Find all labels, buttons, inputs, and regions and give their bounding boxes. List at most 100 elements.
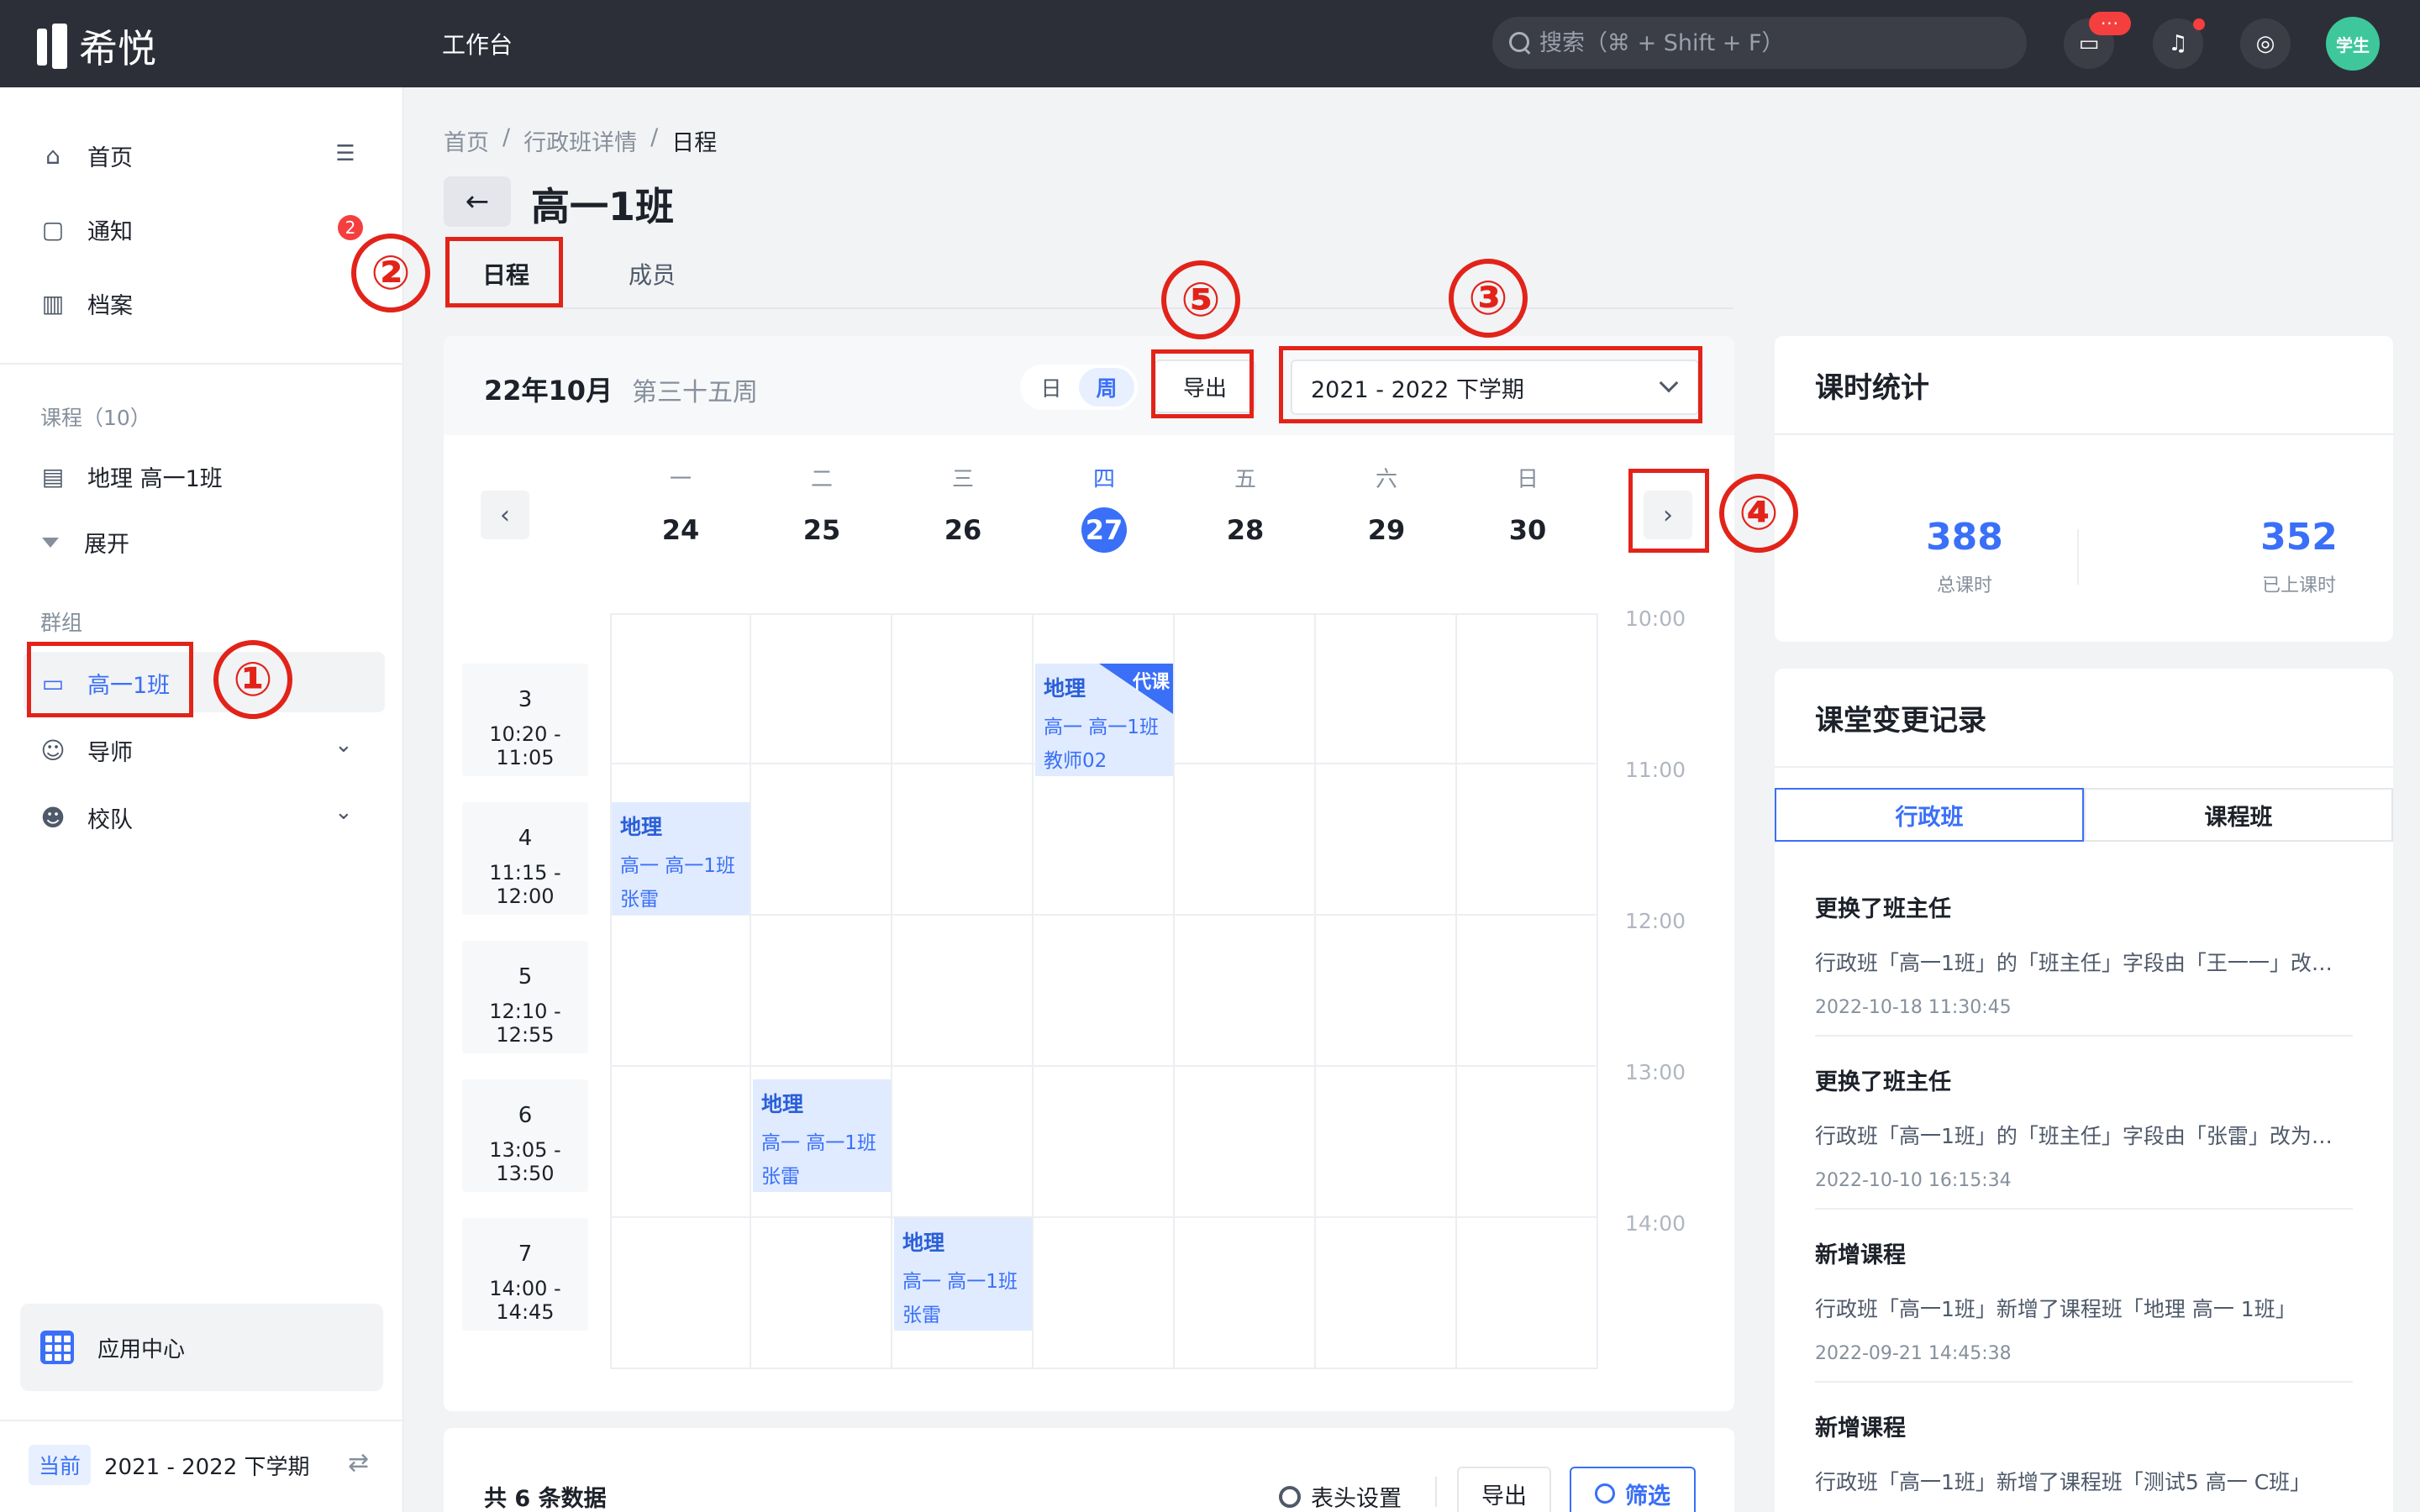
breadcrumb-home[interactable]: 首页 bbox=[444, 124, 489, 157]
app-center-label: 应用中心 bbox=[97, 1336, 186, 1362]
date-label: 24 bbox=[661, 514, 700, 546]
sidebar-divider bbox=[0, 1420, 403, 1421]
period-cell: 4 11:15 - 12:00 bbox=[462, 802, 588, 915]
event-title: 地理 bbox=[761, 1092, 804, 1116]
date-label: 30 bbox=[1508, 514, 1547, 546]
sidebar-item-home[interactable]: ⌂ 首页 bbox=[39, 139, 133, 172]
calendar-cell[interactable] bbox=[610, 916, 751, 1067]
avatar[interactable]: 学生 bbox=[2326, 17, 2380, 71]
toolbar-divider bbox=[1435, 1477, 1437, 1507]
log-time: 2022-10-10 16:15:34 bbox=[1815, 1170, 2012, 1191]
weekday-label: 四 bbox=[1092, 467, 1115, 492]
expand-courses[interactable]: 展开 bbox=[42, 526, 129, 559]
calendar-cell[interactable] bbox=[610, 1218, 751, 1369]
caret-down-icon bbox=[42, 537, 59, 548]
tab-members[interactable]: 成员 bbox=[629, 257, 676, 291]
calendar-cell[interactable] bbox=[1457, 916, 1598, 1067]
annotation-1: ① bbox=[213, 640, 292, 719]
group-section-label: 群组 bbox=[40, 611, 83, 635]
weekday-label: 三 bbox=[951, 467, 974, 492]
system-button[interactable]: ◎ bbox=[2240, 18, 2291, 69]
app-center-button[interactable]: 应用中心 bbox=[20, 1304, 383, 1391]
schedule-event[interactable]: 地理 高一 高一1班 张雷 bbox=[753, 1079, 891, 1192]
calendar-cell[interactable] bbox=[751, 1218, 892, 1369]
class-type-segment: 行政班 课程班 bbox=[1775, 788, 2393, 842]
column-settings-label: 表头设置 bbox=[1311, 1486, 1402, 1512]
schedule-event[interactable]: 地理 高一 高一1班 教师02 代课 bbox=[1035, 664, 1173, 776]
event-class: 高一 高一1班 bbox=[1044, 717, 1159, 738]
period-cell: 7 14:00 - 14:45 bbox=[462, 1218, 588, 1331]
arrow-left-icon: ← bbox=[465, 185, 490, 218]
search-input[interactable] bbox=[1539, 29, 2010, 56]
calendar-cell[interactable] bbox=[610, 613, 751, 764]
global-search[interactable] bbox=[1492, 17, 2027, 69]
sidebar-item-notice[interactable]: ▢ 通知 bbox=[39, 213, 133, 246]
chevron-down-icon[interactable]: ⌄ bbox=[334, 800, 353, 825]
calendar-cell[interactable] bbox=[610, 1067, 751, 1218]
export-list-button[interactable]: 导出 bbox=[1457, 1467, 1551, 1512]
sidebar-item-mentor[interactable]: ☺ 导师 bbox=[39, 734, 133, 767]
sidebar-item-team[interactable]: ☻ 校队 bbox=[39, 801, 133, 834]
calendar-cell[interactable] bbox=[892, 613, 1034, 764]
weekday-label: 六 bbox=[1375, 467, 1397, 492]
logo[interactable]: 希悦 bbox=[37, 18, 156, 74]
collapse-sidebar-icon[interactable]: ☰ bbox=[333, 141, 358, 166]
log-item[interactable]: 新增课程 行政班「高一1班」新增了课程班「地理 高一 1班」 2022-09-2… bbox=[1815, 1236, 2353, 1364]
calendar-cell[interactable] bbox=[1175, 1218, 1316, 1369]
calendar-cell[interactable] bbox=[1034, 1067, 1175, 1218]
sidebar-item-archive[interactable]: ▥ 档案 bbox=[39, 287, 133, 320]
chevron-down-icon[interactable]: ⌄ bbox=[334, 732, 353, 758]
calendar-cell[interactable] bbox=[1034, 764, 1175, 916]
user-icon: ☺ bbox=[40, 737, 66, 764]
annotation-2: ② bbox=[351, 234, 430, 312]
log-item[interactable]: 更换了班主任 行政班「高一1班」的「班主任」字段由「王一一」改… 2022-10… bbox=[1815, 890, 2353, 1018]
calendar-cell[interactable] bbox=[1175, 613, 1316, 764]
calendar-cell[interactable] bbox=[1175, 1067, 1316, 1218]
schedule-event[interactable]: 地理 高一 高一1班 张雷 bbox=[612, 802, 750, 915]
filter-button[interactable]: 筛选 bbox=[1570, 1467, 1696, 1512]
seg-admin-class[interactable]: 行政班 bbox=[1775, 788, 2084, 842]
calendar-cell[interactable] bbox=[1316, 916, 1457, 1067]
current-term: 当前 2021 - 2022 下学期 bbox=[29, 1445, 310, 1485]
log-desc: 行政班「高一1班」的「班主任」字段由「王一一」改… bbox=[1815, 951, 2333, 975]
calendar-cell[interactable] bbox=[1457, 613, 1598, 764]
log-title: 新增课程 bbox=[1815, 1242, 1906, 1268]
mode-week[interactable]: 周 bbox=[1079, 368, 1134, 407]
calendar-cell[interactable] bbox=[1034, 1218, 1175, 1369]
calendar-cell[interactable] bbox=[1457, 1067, 1598, 1218]
calendar-cell[interactable] bbox=[1175, 764, 1316, 916]
column-settings-button[interactable]: 表头设置 bbox=[1279, 1480, 1402, 1512]
sidebar-item-course[interactable]: ▤ 地理 高一1班 bbox=[39, 460, 223, 493]
back-button[interactable]: ← bbox=[444, 176, 511, 227]
calendar-cell[interactable] bbox=[751, 916, 892, 1067]
time-label: 10:00 bbox=[1625, 606, 1686, 631]
log-item[interactable]: 新增课程 行政班「高一1班」新增了课程班「测试5 高一 C班」 bbox=[1815, 1410, 2353, 1496]
prev-week-button[interactable]: ‹ bbox=[481, 491, 529, 539]
day-header: 二 25 bbox=[751, 462, 892, 551]
log-item[interactable]: 更换了班主任 行政班「高一1班」的「班主任」字段由「张雷」改为… 2022-10… bbox=[1815, 1063, 2353, 1191]
calendar-cell[interactable] bbox=[1457, 764, 1598, 916]
log-time: 2022-10-18 11:30:45 bbox=[1815, 997, 2012, 1018]
calendar-cell[interactable] bbox=[1457, 1218, 1598, 1369]
calendar-cell[interactable] bbox=[1316, 613, 1457, 764]
log-title: 更换了班主任 bbox=[1815, 1069, 1951, 1095]
calendar-cell[interactable] bbox=[892, 1067, 1034, 1218]
calendar-cell[interactable] bbox=[751, 764, 892, 916]
schedule-event[interactable]: 地理 高一 高一1班 张雷 bbox=[894, 1218, 1032, 1331]
calendar-cell[interactable] bbox=[892, 764, 1034, 916]
current-tag: 当前 bbox=[29, 1445, 92, 1485]
swap-icon[interactable]: ⇄ bbox=[348, 1448, 369, 1478]
weekday-label: 二 bbox=[810, 467, 833, 492]
calendar-cell[interactable] bbox=[1034, 916, 1175, 1067]
mode-day[interactable]: 日 bbox=[1023, 368, 1079, 407]
calendar-cell[interactable] bbox=[892, 916, 1034, 1067]
calendar-cell[interactable] bbox=[1316, 1067, 1457, 1218]
breadcrumb-class-detail[interactable]: 行政班详情 bbox=[523, 124, 637, 157]
substitute-tag: 代课 bbox=[1099, 664, 1173, 714]
seg-course-class[interactable]: 课程班 bbox=[2084, 788, 2393, 842]
breadcrumb-sep: / bbox=[650, 124, 659, 150]
calendar-cell[interactable] bbox=[1316, 1218, 1457, 1369]
calendar-cell[interactable] bbox=[1175, 916, 1316, 1067]
calendar-cell[interactable] bbox=[751, 613, 892, 764]
calendar-cell[interactable] bbox=[1316, 764, 1457, 916]
